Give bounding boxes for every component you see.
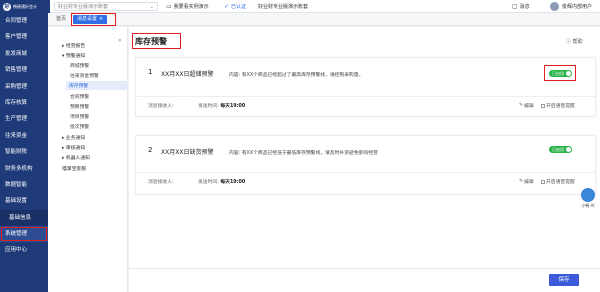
tree-node[interactable]: 喵掌宝客服	[62, 165, 86, 172]
sidebar: 合同管理 客户管理 批发商城 销售管理 采购管理 库存核算 生产管理 往来资金 智能财税 财务多机…	[0, 13, 48, 292]
tree-node[interactable]: 项目预警	[70, 113, 89, 120]
account-name-label: 好业财专业版演示账套	[258, 4, 309, 10]
send-time: 发送时间: 每天19:00	[198, 178, 245, 185]
toggle-label: 已启用	[552, 147, 564, 152]
avatar[interactable]	[550, 2, 559, 11]
send-time-value: 每天19:00	[220, 104, 246, 109]
help-label: 帮助	[572, 39, 583, 45]
sidebar-item[interactable]: 合同管理	[0, 13, 48, 29]
tree-node[interactable]: ▸ 业务通知	[62, 134, 85, 141]
sidebar-item[interactable]: 生产管理	[0, 111, 48, 127]
sidebar-item[interactable]: 智能财税	[0, 144, 48, 160]
voice-reminder-checkbox[interactable]: 开启语音提醒	[541, 102, 575, 109]
divider	[136, 172, 595, 173]
tree-node[interactable]: ▸ 经营报告	[62, 42, 85, 49]
edit-label: 编辑	[524, 180, 534, 185]
top-bar: 好 畅捷通好会计 好业财专业版演示账套 ⌄ ▭ 我要看实例演示 ✓ 已认证 好业…	[0, 0, 600, 13]
card-content: 内容: 有XX个商品已经超过了最高库存预警线，请控制采购量。	[229, 73, 364, 78]
tree-node[interactable]: 预算预警	[70, 103, 89, 110]
enabled-toggle[interactable]: 已启用	[549, 146, 572, 153]
divider	[136, 96, 595, 97]
sidebar-item[interactable]: 采购管理	[0, 79, 48, 95]
tree-node[interactable]: 往来资金预警	[70, 72, 99, 79]
card-number: 2	[148, 146, 153, 154]
card-name: XX月XX日缺货预警	[161, 149, 214, 156]
footer-bar	[129, 268, 600, 292]
assistant-avatar-icon	[581, 188, 595, 202]
messages-label: 消息	[519, 4, 530, 10]
tree-node[interactable]: ▸ 机器人通知	[62, 154, 90, 161]
edit-button[interactable]: ✎ 编辑	[519, 102, 534, 109]
tree-node[interactable]: ▸ 审核通知	[62, 144, 85, 151]
assistant-label: 小畅 AI	[581, 203, 595, 208]
sidebar-item[interactable]: 基础设置	[0, 193, 48, 209]
tree-node[interactable]: ▾ 预警通知	[62, 52, 85, 59]
brand-name: 畅捷通好会计	[13, 3, 37, 9]
receiver-label: 消息接收人:	[148, 180, 174, 185]
help-link[interactable]: ⓘ 帮助	[566, 38, 583, 45]
checkbox-icon	[541, 179, 545, 184]
bell-icon: ▢	[512, 3, 518, 10]
tab-bar: 首页 消息设置 ×	[48, 13, 600, 26]
send-time-value: 每天19:00	[220, 180, 246, 185]
tree-node[interactable]: 合同预警	[70, 93, 89, 100]
sidebar-item[interactable]: 财务多机构	[0, 161, 48, 177]
voice-reminder-label: 开启语音提醒	[546, 104, 575, 109]
demo-link[interactable]: ▭ 我要看实例演示	[166, 3, 209, 10]
warning-card: 1 XX月XX日超储预警 内容: 有XX个商品已经超过了最高库存预警线，请控制采…	[135, 57, 596, 117]
sidebar-item[interactable]: 库存核算	[0, 95, 48, 111]
messages-button[interactable]: ▢ 消息	[512, 3, 530, 10]
collapse-icon[interactable]: «	[118, 37, 122, 44]
title-highlight	[132, 33, 181, 49]
monitor-icon: ▭	[166, 3, 172, 10]
sidebar-item[interactable]: 往来资金	[0, 128, 48, 144]
receiver-label: 消息接收人:	[148, 104, 174, 109]
toggle-knob	[566, 147, 571, 152]
account-selector-label: 好业财专业版演示账套	[58, 4, 109, 10]
certified-badge[interactable]: ✓ 已认证	[224, 3, 246, 10]
edit-label: 编辑	[524, 104, 534, 109]
sidebar-item[interactable]: 数据智能	[0, 177, 48, 193]
voice-reminder-checkbox[interactable]: 开启语音提醒	[541, 178, 575, 185]
certified-label: 已认证	[231, 4, 247, 10]
tree-node[interactable]: 批次预警	[70, 123, 89, 130]
logo-icon: 好	[3, 2, 11, 11]
tab-highlight	[71, 13, 116, 26]
send-time-label: 发送时间:	[198, 180, 219, 185]
voice-reminder-label: 开启语音提醒	[546, 180, 575, 185]
save-button[interactable]: 保存	[549, 274, 579, 286]
sidebar-item[interactable]: 系统管理	[0, 226, 48, 243]
account-name: 好业财专业版演示账套	[258, 3, 308, 10]
tab-home[interactable]: 首页	[52, 15, 70, 24]
edit-icon: ✎	[519, 179, 524, 184]
card-number: 1	[148, 68, 153, 76]
checkbox-icon	[541, 103, 545, 108]
check-circle-icon: ✓	[224, 3, 230, 10]
brand[interactable]: 好 畅捷通好会计	[0, 0, 50, 13]
send-time-label: 发送时间:	[198, 104, 219, 109]
settings-tree: ▸ 经营报告 ▾ 预警通知商城预警往来资金预警库存预警合同预警预算预警项目预警批次…	[48, 27, 128, 292]
ai-assistant[interactable]: 小畅 AI	[578, 180, 598, 216]
sidebar-item[interactable]: 客户管理	[0, 29, 48, 45]
tree-node[interactable]: 商城预警	[70, 62, 89, 69]
chevron-down-icon: ⌄	[149, 3, 154, 10]
tree-node[interactable]: 库存预警	[66, 81, 128, 90]
user-name[interactable]: 俊辉内部用户	[562, 3, 592, 10]
demo-link-label: 我要看实例演示	[173, 4, 209, 10]
card-name: XX月XX日超储预警	[161, 71, 214, 78]
edit-button[interactable]: ✎ 编辑	[519, 178, 534, 185]
sidebar-item[interactable]: 基础信息	[0, 209, 48, 227]
send-time: 发送时间: 每天19:00	[198, 102, 245, 109]
sidebar-item[interactable]: 应用中心	[0, 242, 48, 258]
toggle-highlight	[544, 65, 576, 81]
sidebar-item[interactable]: 批发商城	[0, 46, 48, 62]
account-selector[interactable]: 好业财专业版演示账套 ⌄	[54, 2, 158, 11]
user-name-label: 俊辉内部用户	[562, 4, 593, 10]
edit-icon: ✎	[519, 103, 524, 108]
warning-card: 2 XX月XX日缺货预警 内容: 有XX个商品已经低于最低库存预警线，请及时补货…	[135, 135, 596, 195]
card-content: 内容: 有XX个商品已经低于最低库存预警线，请及时补货避免影响经营	[229, 151, 378, 156]
sidebar-item[interactable]: 销售管理	[0, 62, 48, 78]
help-icon: ⓘ	[566, 39, 572, 45]
